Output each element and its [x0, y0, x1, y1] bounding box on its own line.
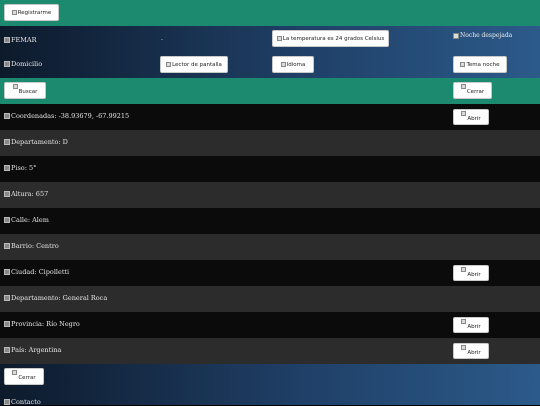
address-row-text: Departamento: General Roca — [4, 294, 107, 302]
footer-close-button[interactable]: Cerrar — [4, 368, 44, 385]
address-row-label: País: Argentina — [11, 346, 62, 354]
address-row: País: Argentina Abrir — [0, 338, 540, 364]
address-row-label: Departamento: General Roca — [11, 294, 108, 302]
address-row-text: Altura: 657 — [4, 190, 48, 198]
row-image-icon — [4, 139, 10, 145]
address-row-text: Barrio: Centro — [4, 242, 59, 250]
search-bar: Buscar Cerrar — [0, 78, 540, 104]
theme-button[interactable]: Tema noche — [453, 56, 507, 73]
row-image-icon — [4, 113, 10, 119]
language-label: Idioma — [286, 61, 306, 68]
screen-reader-button[interactable]: Lector de pantalla — [160, 56, 228, 73]
theme-image-icon — [460, 62, 466, 67]
open-button[interactable]: Abrir — [453, 317, 489, 333]
register-image-icon — [11, 10, 17, 15]
row-image-icon — [4, 191, 10, 197]
search-button[interactable]: Buscar — [4, 82, 46, 99]
close-label: Cerrar — [466, 89, 485, 95]
address-row-label: Barrio: Centro — [11, 242, 59, 250]
register-button-label: Registrarme — [17, 9, 52, 16]
open-button[interactable]: Abrir — [453, 265, 489, 281]
address-row: Provincia: Río Negro Abrir — [0, 312, 540, 338]
open-button[interactable]: Abrir — [453, 343, 489, 359]
temperature-button[interactable]: La temperatura es 24 grados Celsius — [272, 30, 389, 47]
open-label: Abrir — [467, 350, 481, 356]
address-row-text: Ciudad: Cipolletti — [4, 268, 69, 276]
screen-reader-image-icon — [166, 62, 172, 67]
open-label: Abrir — [467, 272, 481, 278]
footer-bar: Cerrar Contacto — [0, 364, 540, 406]
register-button[interactable]: Registrarme — [4, 4, 59, 21]
address-row: Piso: 5° — [0, 156, 540, 182]
open-image-icon — [461, 319, 467, 324]
address-row: Coordenadas: -38.93679, -67.99215 Abrir — [0, 104, 540, 130]
language-button[interactable]: Idioma — [272, 56, 314, 73]
row-image-icon — [4, 217, 10, 223]
address-link[interactable]: Domicilio — [4, 60, 42, 68]
open-image-icon — [461, 267, 467, 272]
row-image-icon — [4, 165, 10, 171]
open-label: Abrir — [467, 324, 481, 330]
site-logo[interactable]: FEMAR — [4, 36, 37, 44]
address-row: Calle: Alem — [0, 208, 540, 234]
screen-reader-label: Lector de pantalla — [172, 61, 222, 68]
close-image-icon — [460, 84, 466, 89]
header-bar: FEMAR - La temperatura es 24 grados Cels… — [0, 26, 540, 78]
row-image-icon — [4, 269, 10, 275]
logo-image-icon — [4, 37, 10, 43]
open-button[interactable]: Abrir — [453, 109, 489, 125]
row-image-icon — [4, 321, 10, 327]
address-row: Barrio: Centro — [0, 234, 540, 260]
search-label: Buscar — [18, 89, 38, 95]
address-row-label: Piso: 5° — [11, 164, 37, 172]
open-image-icon — [461, 111, 467, 116]
open-label: Abrir — [467, 116, 481, 122]
address-row: Altura: 657 — [0, 182, 540, 208]
address-row: Departamento: D — [0, 130, 540, 156]
address-row-label: Calle: Alem — [11, 216, 49, 224]
footer-close-image-icon — [12, 370, 18, 375]
contact-image-icon — [4, 399, 10, 405]
search-image-icon — [12, 84, 18, 89]
close-search-button[interactable]: Cerrar — [453, 82, 492, 99]
language-image-icon — [280, 62, 286, 67]
address-row-label: Coordenadas: -38.93679, -67.99215 — [11, 112, 130, 120]
address-row-label: Departamento: D — [11, 138, 68, 146]
row-image-icon — [4, 295, 10, 301]
theme-label: Tema noche — [466, 61, 500, 68]
address-row-text: Departamento: D — [4, 138, 68, 146]
address-label: Domicilio — [11, 60, 43, 68]
address-row-label: Provincia: Río Negro — [11, 320, 80, 328]
temperature-image-icon — [276, 36, 282, 41]
address-row: Departamento: General Roca — [0, 286, 540, 312]
address-row-text: Calle: Alem — [4, 216, 49, 224]
weather-label: Noche despejada — [460, 32, 513, 39]
address-row-text: Coordenadas: -38.93679, -67.99215 — [4, 112, 129, 120]
address-row-text: Piso: 5° — [4, 164, 36, 172]
header-separator: - — [161, 36, 164, 43]
row-image-icon — [4, 347, 10, 353]
address-row-text: Provincia: Río Negro — [4, 320, 80, 328]
address-row-text: País: Argentina — [4, 346, 61, 354]
address-row-label: Altura: 657 — [11, 190, 49, 198]
site-name: FEMAR — [11, 36, 37, 44]
temperature-label: La temperatura es 24 grados Celsius — [282, 35, 385, 42]
address-row-label: Ciudad: Cipolletti — [11, 268, 70, 276]
open-image-icon — [461, 345, 467, 350]
weather-image-icon — [453, 32, 459, 39]
weather-status: Noche despejada — [453, 32, 512, 39]
row-image-icon — [4, 243, 10, 249]
address-row: Ciudad: Cipolletti Abrir — [0, 260, 540, 286]
top-bar: Registrarme — [0, 0, 540, 26]
address-image-icon — [4, 61, 10, 67]
footer-close-label: Cerrar — [18, 375, 36, 381]
